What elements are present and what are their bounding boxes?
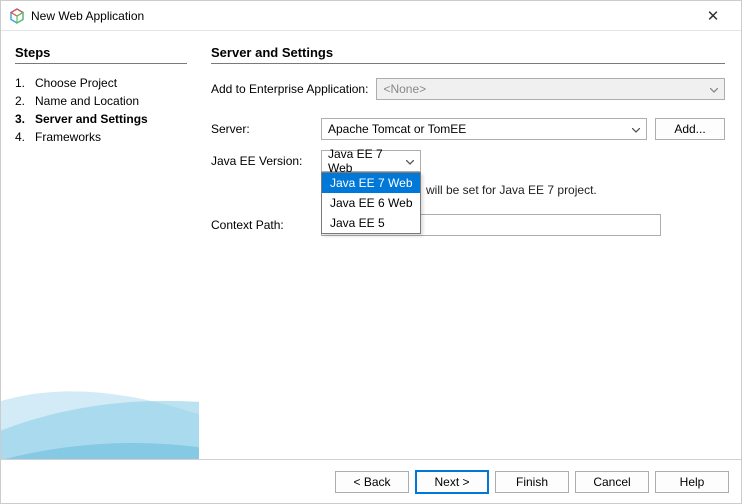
titlebar: New Web Application ✕ (1, 1, 741, 31)
decorative-swoosh (1, 289, 199, 459)
chevron-down-icon (710, 82, 718, 96)
javaee-option[interactable]: Java EE 6 Web (322, 193, 420, 213)
content-area: Steps 1. Choose Project 2. Name and Loca… (1, 31, 741, 459)
step-label: Name and Location (35, 94, 139, 108)
footer: < Back Next > Finish Cancel Help (1, 459, 741, 503)
server-row: Server: Apache Tomcat or TomEE Add... (211, 118, 725, 140)
javaee-option[interactable]: Java EE 7 Web (322, 173, 420, 193)
enterprise-value: <None> (383, 82, 426, 96)
main-panel: Server and Settings Add to Enterprise Ap… (199, 31, 741, 459)
server-select[interactable]: Apache Tomcat or TomEE (321, 118, 647, 140)
next-button[interactable]: Next > (415, 470, 489, 494)
javaee-value: Java EE 7 Web (328, 147, 398, 175)
source-level-note: will be set for Java EE 7 project. (426, 183, 597, 197)
cancel-button[interactable]: Cancel (575, 471, 649, 493)
context-path-label: Context Path: (211, 218, 321, 232)
step-server-settings: 3. Server and Settings (15, 110, 187, 128)
steps-heading: Steps (15, 45, 187, 64)
server-value: Apache Tomcat or TomEE (328, 122, 466, 136)
window-title: New Web Application (31, 9, 693, 23)
steps-list: 1. Choose Project 2. Name and Location 3… (15, 74, 187, 146)
step-label: Server and Settings (35, 112, 148, 126)
step-number: 4. (15, 130, 35, 144)
context-path-row: Context Path: (211, 214, 725, 236)
back-button[interactable]: < Back (335, 471, 409, 493)
javaee-dropdown: Java EE 7 Web Java EE 6 Web Java EE 5 (321, 172, 421, 234)
close-icon[interactable]: ✕ (693, 7, 733, 25)
step-name-location: 2. Name and Location (15, 92, 187, 110)
enterprise-row: Add to Enterprise Application: <None> (211, 78, 725, 100)
chevron-down-icon (406, 154, 414, 168)
step-label: Choose Project (35, 76, 117, 90)
enterprise-select[interactable]: <None> (376, 78, 725, 100)
step-number: 2. (15, 94, 35, 108)
chevron-down-icon (632, 122, 640, 136)
step-label: Frameworks (35, 130, 101, 144)
step-number: 1. (15, 76, 35, 90)
step-frameworks: 4. Frameworks (15, 128, 187, 146)
help-button[interactable]: Help (655, 471, 729, 493)
step-number: 3. (15, 112, 35, 126)
add-server-button[interactable]: Add... (655, 118, 725, 140)
javaee-row: Java EE Version: Java EE 7 Web Java EE 7… (211, 150, 725, 172)
javaee-option[interactable]: Java EE 5 (322, 213, 420, 233)
enterprise-label: Add to Enterprise Application: (211, 82, 368, 96)
javaee-label: Java EE Version: (211, 154, 321, 168)
finish-button[interactable]: Finish (495, 471, 569, 493)
sidebar: Steps 1. Choose Project 2. Name and Loca… (1, 31, 199, 459)
app-icon (9, 8, 25, 24)
server-label: Server: (211, 122, 321, 136)
main-heading: Server and Settings (211, 45, 725, 64)
javaee-select[interactable]: Java EE 7 Web (321, 150, 421, 172)
step-choose-project: 1. Choose Project (15, 74, 187, 92)
